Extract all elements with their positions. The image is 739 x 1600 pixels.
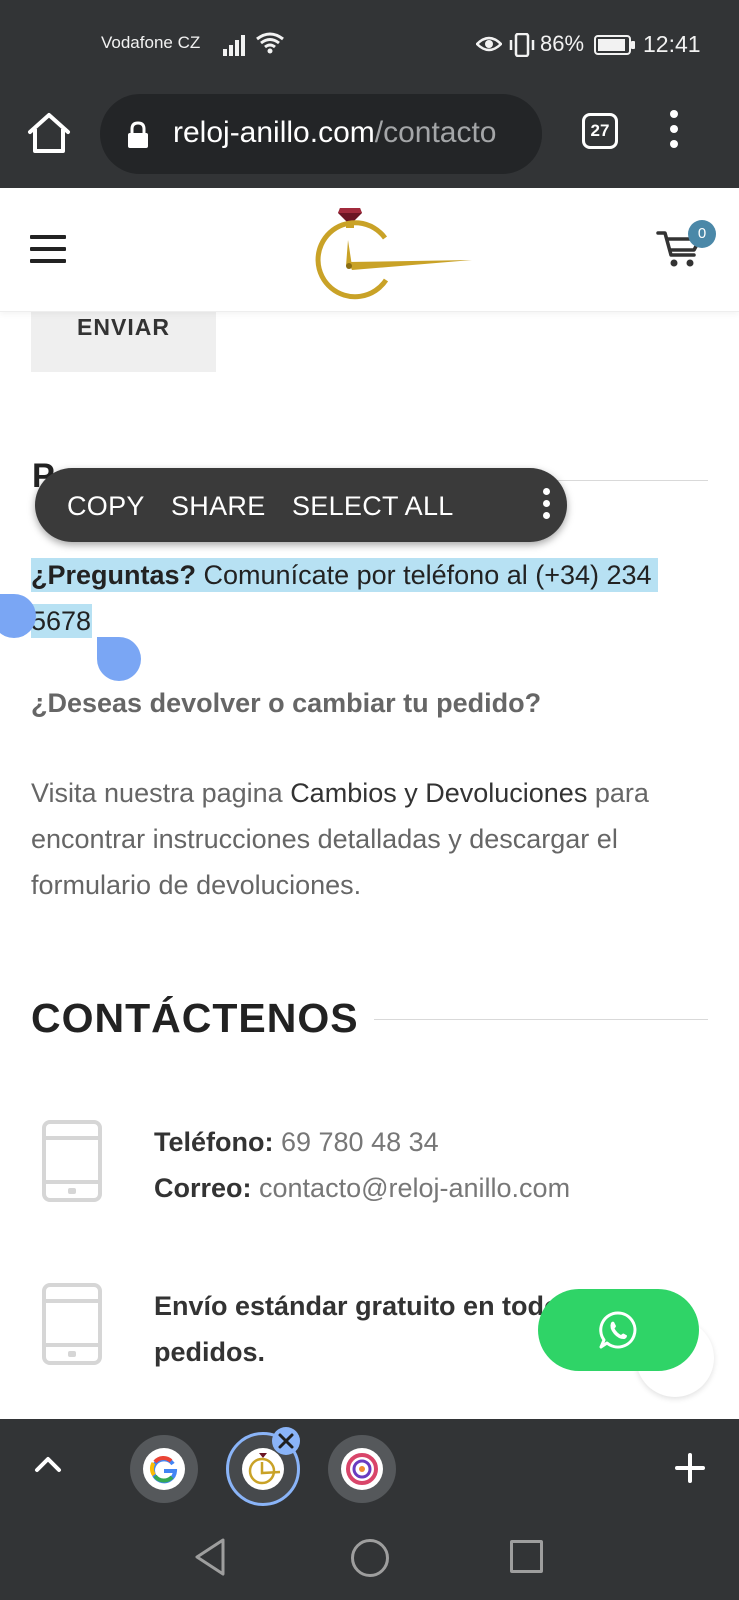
url-path: /contacto [374,116,497,149]
chevron-up-icon[interactable] [34,1455,62,1473]
share-button[interactable]: SHARE [171,491,266,522]
vibrate-icon [509,33,535,57]
lock-icon [128,121,148,148]
url-text: reloj-anillo.com/contacto [173,116,497,150]
contact-heading: CONTÁCTENOS [31,995,359,1041]
selection-more-icon[interactable] [541,488,551,524]
wifi-icon [256,32,284,54]
copy-button[interactable]: COPY [67,491,145,522]
questions-phone-text: Comunícate por teléfono al (+34) 234 [196,560,652,590]
nav-home-button[interactable] [351,1539,389,1577]
close-tab-button[interactable] [272,1427,300,1455]
phone-label: Teléfono: [154,1127,274,1157]
close-icon [278,1433,294,1449]
back-icon[interactable] [193,1537,227,1577]
phone-line: Teléfono: 69 780 48 34 [154,1119,439,1165]
signal-icon [223,35,245,56]
selection-end-handle[interactable] [97,637,141,681]
questions-paragraph: ¿Preguntas? Comunícate por teléfono al (… [31,552,711,644]
text-selection-toolbar: COPY SHARE SELECT ALL [35,468,567,542]
google-icon [149,1456,178,1484]
tab-google[interactable] [130,1435,198,1503]
clock: 12:41 [643,31,701,57]
contact-heading-divider [374,1019,708,1020]
email-label: Correo: [154,1173,252,1203]
system-nav-bar [0,1517,739,1600]
selected-text-line-2: 5678 [31,604,93,638]
tab-other[interactable] [328,1435,396,1503]
whatsapp-button[interactable] [538,1289,699,1371]
plus-icon[interactable] [675,1453,705,1483]
url-fade [512,94,542,174]
tablet-icon [42,1283,102,1365]
selected-text-line-1: ¿Preguntas? Comunícate por teléfono al (… [31,558,658,592]
hamburger-icon[interactable] [30,235,66,263]
returns-link[interactable]: Cambios y Devoluciones [290,778,587,808]
address-bar[interactable]: reloj-anillo.com/contacto [100,94,542,174]
carrier-name: Vodafone CZ [101,33,201,52]
whatsapp-icon [599,1311,637,1349]
overflow-menu-icon[interactable] [667,110,681,154]
battery-icon [594,35,635,55]
site-header: 0 [0,188,739,312]
email-line: Correo: contacto@reloj-anillo.com [154,1165,570,1211]
questions-label: ¿Preguntas? [31,560,197,590]
returns-paragraph: Visita nuestra pagina Cambios y Devoluci… [31,770,711,908]
tab-switcher-button[interactable]: 27 [582,113,618,149]
site-logo[interactable] [312,198,482,303]
recent-apps-button[interactable] [510,1540,543,1573]
returns-heading: ¿Deseas devolver o cambiar tu pedido? [31,688,542,718]
email-value[interactable]: contacto@reloj-anillo.com [252,1173,570,1203]
url-domain: reloj-anillo.com [173,116,375,149]
battery-percent: 86% [540,31,585,56]
cart-count-badge: 0 [688,220,716,248]
eye-comfort-icon [476,36,502,52]
tab-favicon-icon [346,1453,378,1485]
tab-strip [0,1419,739,1517]
tablet-icon [42,1120,102,1202]
status-bar: Vodafone CZ 86% 12:41 [0,0,739,84]
browser-toolbar: reloj-anillo.com/contacto 27 [0,84,739,188]
phone-value[interactable]: 69 780 48 34 [273,1127,439,1157]
home-icon[interactable] [26,110,72,156]
returns-text-pre: Visita nuestra pagina [31,778,291,808]
heading-divider [556,480,708,481]
select-all-button[interactable]: SELECT ALL [292,491,454,522]
